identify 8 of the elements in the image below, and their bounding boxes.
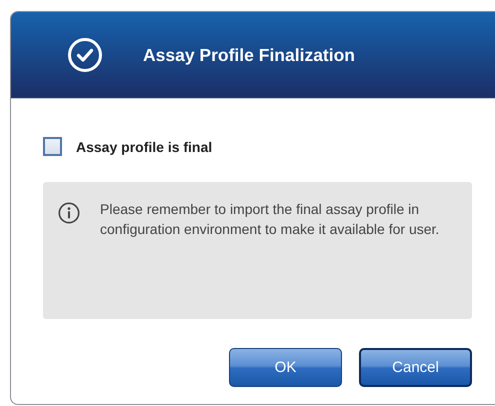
ok-button[interactable]: OK xyxy=(229,348,342,387)
info-message: Please remember to import the final assay profile in configuration environment to make it available for user. xyxy=(100,200,440,239)
check-circle-icon xyxy=(67,37,103,73)
dialog-title: Assay Profile Finalization xyxy=(143,44,355,66)
info-icon xyxy=(58,202,80,224)
checkbox-label: Assay profile is final xyxy=(76,138,212,154)
cancel-button[interactable]: Cancel xyxy=(359,348,472,387)
checkbox[interactable] xyxy=(43,137,62,156)
